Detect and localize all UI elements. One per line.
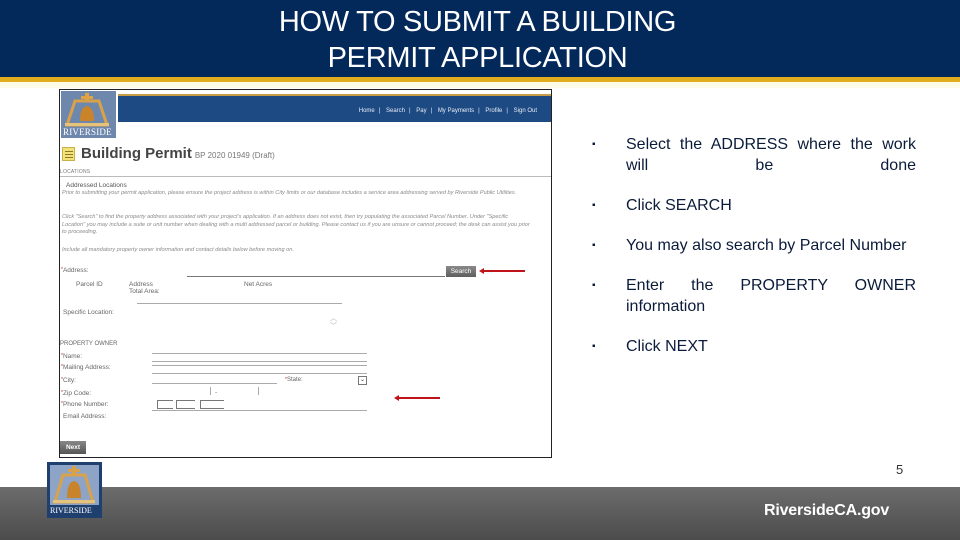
instruction-text: Include all mandatory property owner inf… [62,247,294,253]
red-arrow-search [479,268,525,274]
nav-separator: | [430,108,433,114]
nav-home[interactable]: Home [359,108,375,114]
instruction-text: Enter the PROPERTY OWNER information [626,277,916,315]
phone-label: *Phone Number: [61,401,109,408]
riverside-logo[interactable]: RIVERSIDE [61,91,116,138]
nav-separator: | [506,108,508,114]
phone-area-code-input[interactable] [157,400,173,409]
zip-label: *Zip Code: [61,390,92,397]
bullet-icon: ▪ [592,200,596,211]
search-button[interactable]: Search [446,266,476,277]
specific-location-label: Specific Location: [63,309,114,316]
email-label: Email Address: [63,413,107,420]
addressed-locations-heading: Addressed Locations [66,182,127,189]
page-title: Building Permit [81,145,192,162]
instruction-item: ▪ You may also search by Parcel Number [590,235,916,256]
slide-title: HOW TO SUBMIT A BUILDING PERMIT APPLICAT… [0,4,955,76]
bullet-icon: ▪ [592,341,596,352]
specific-location-textarea[interactable] [137,303,342,333]
phone-line-input[interactable] [200,400,224,409]
col-parcel-id: Parcel ID [76,281,103,288]
name-input-bottom [152,361,367,362]
phone-prefix-input[interactable] [176,400,195,409]
logo-text: RIVERSIDE [63,127,112,137]
record-id: BP 2020 01949 (Draft) [194,150,275,160]
nav-separator: | [378,108,381,114]
bullet-icon: ▪ [592,139,596,150]
instruction-item: ▪ Click NEXT [590,336,916,357]
locations-section: Addressed Locations Prior to submitting … [60,176,551,456]
nav-my-payments[interactable]: My Payments [438,108,474,114]
state-dropdown-chevron-icon[interactable]: ⌄ [358,376,367,385]
city-label: *City: [61,377,76,384]
instruction-text: Prior to submitting your permit applicat… [62,190,517,196]
footer-url[interactable]: RiversideCA.gov [764,502,889,520]
nav-search[interactable]: Search [386,108,405,114]
email-input[interactable] [152,411,367,420]
instruction-text: Click SEARCH [626,197,732,214]
instruction-item: ▪ Select the ADDRESS where the work will … [590,134,916,176]
city-input[interactable] [152,383,277,384]
nav-sign-out[interactable]: Sign Out [514,108,537,114]
instruction-item: ▪ Enter the PROPERTY OWNER information [590,275,916,317]
col-total-area: Total Area: [129,288,160,295]
zip-divider [258,387,259,395]
bullet-icon: ▪ [592,280,596,291]
instruction-text: Click NEXT [626,338,708,355]
footer-logo: RIVERSIDE [47,462,102,518]
next-button[interactable]: Next [60,441,86,454]
nav-separator: | [409,108,411,114]
instruction-text: You may also search by Parcel Number [626,237,907,254]
title-banner: HOW TO SUBMIT A BUILDING PERMIT APPLICAT… [0,0,960,77]
page-number: 5 [896,462,904,477]
state-label: *State: [285,377,303,383]
zip-input[interactable] [152,387,258,395]
nav-pay[interactable]: Pay [416,108,426,114]
cream-stripe [0,82,960,88]
section-locations: LOCATIONS [60,169,91,175]
nav-separator: | [478,108,480,114]
page-heading: Building Permit BP 2020 01949 (Draft) [62,145,275,162]
name-label: *Name: [61,353,83,360]
title-line-2: PERMIT APPLICATION [327,42,628,74]
instruction-text: Click "Search" to find the property addr… [62,214,530,235]
mailing-address-bottom [152,373,367,374]
scroll-down-icon[interactable]: ﹀ [330,321,337,331]
address-label: *Address: [61,267,89,274]
form-navbar: Home | Search | Pay | My Payments | Profile |… [118,96,551,122]
address-input[interactable] [187,276,445,277]
slide: HOW TO SUBMIT A BUILDING PERMIT APPLICAT… [0,0,960,540]
nav-profile[interactable]: Profile [485,108,502,114]
property-owner-heading: PROPERTY OWNER [60,341,118,347]
red-arrow-owner [394,395,440,401]
instruction-item: ▪ Click SEARCH [590,195,916,216]
footer-logo-text: RIVERSIDE [50,506,92,515]
permit-form-screenshot: Home | Search | Pay | My Payments | Profile |… [59,89,552,458]
mailing-address-label: *Mailing Address: [61,364,111,371]
nav-links: Home | Search | Pay | My Payments | Profile |… [357,108,539,114]
title-line-1: HOW TO SUBMIT A BUILDING [278,6,677,38]
document-icon [62,146,75,161]
col-net-acres: Net Acres [244,281,273,288]
instruction-text: Select the ADDRESS where the work will b… [626,136,916,174]
col-address: Address [129,281,153,288]
instructions-list: ▪ Select the ADDRESS where the work will … [590,134,916,376]
name-input[interactable] [152,353,367,354]
bullet-icon: ▪ [592,240,596,251]
mailing-address-input[interactable] [152,365,367,366]
